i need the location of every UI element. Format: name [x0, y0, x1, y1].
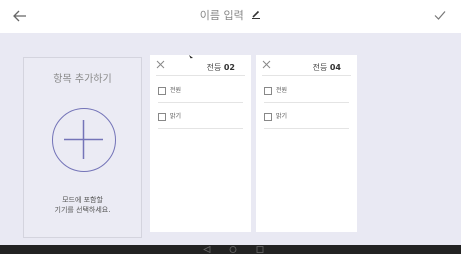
plus-circle-icon: [64, 120, 103, 159]
close-icon: [156, 60, 165, 69]
divider: [262, 75, 351, 76]
option-label: 밝기: [276, 113, 288, 120]
card-title-prefix: 전등: [312, 63, 330, 72]
option-label: 밝기: [170, 113, 182, 120]
hint-line-2: 기기를 선택하세요.: [54, 206, 111, 214]
checkbox[interactable]: [264, 86, 272, 95]
nav-recents-icon[interactable]: [256, 246, 264, 253]
device-card-light-04: 전등 04 전원 밝기: [256, 55, 357, 232]
add-item-title: 항목 추가하기: [53, 74, 112, 85]
mouse-cursor-icon: [189, 55, 193, 59]
checkbox[interactable]: [264, 112, 272, 121]
checkbox[interactable]: [158, 112, 166, 121]
option-label: 전원: [276, 87, 288, 94]
card-title-prefix: 전등: [206, 63, 224, 72]
option-brightness[interactable]: 밝기: [264, 112, 287, 122]
option-power[interactable]: 전원: [264, 86, 287, 96]
main-area: 항목 추가하기 모드에 포함할 기기를 선택하세요. 전등 02 전원 밝기 전…: [0, 33, 461, 245]
option-label: 전원: [170, 87, 182, 94]
card-title: 전등 04: [313, 62, 341, 73]
divider: [264, 128, 349, 129]
add-item-hint: 모드에 포함할 기기를 선택하세요.: [24, 195, 141, 215]
divider: [158, 128, 243, 129]
add-item-panel[interactable]: 항목 추가하기 모드에 포함할 기기를 선택하세요.: [23, 57, 142, 238]
top-bar: 이름 입력: [0, 0, 461, 33]
add-item-button[interactable]: [52, 108, 116, 172]
remove-card-button[interactable]: [156, 60, 166, 70]
hint-line-1: 모드에 포함할: [62, 196, 103, 204]
nav-back-icon[interactable]: [203, 246, 211, 253]
card-title-number: 04: [329, 63, 341, 72]
title-area[interactable]: 이름 입력: [0, 8, 461, 24]
check-icon: [434, 11, 446, 20]
option-brightness[interactable]: 밝기: [158, 112, 181, 122]
checkbox[interactable]: [158, 86, 166, 95]
system-nav-bar: [0, 245, 461, 254]
device-card-light-02: 전등 02 전원 밝기: [150, 55, 251, 232]
divider: [264, 102, 349, 103]
divider: [156, 75, 245, 76]
confirm-button[interactable]: [432, 8, 448, 24]
divider: [158, 102, 243, 103]
remove-card-button[interactable]: [262, 60, 272, 70]
pencil-icon[interactable]: [251, 8, 261, 24]
close-icon: [262, 60, 271, 69]
card-title-number: 02: [223, 63, 235, 72]
page-title: 이름 입력: [199, 9, 244, 22]
nav-home-icon[interactable]: [229, 246, 237, 253]
card-title: 전등 02: [207, 62, 235, 73]
option-power[interactable]: 전원: [158, 86, 181, 96]
